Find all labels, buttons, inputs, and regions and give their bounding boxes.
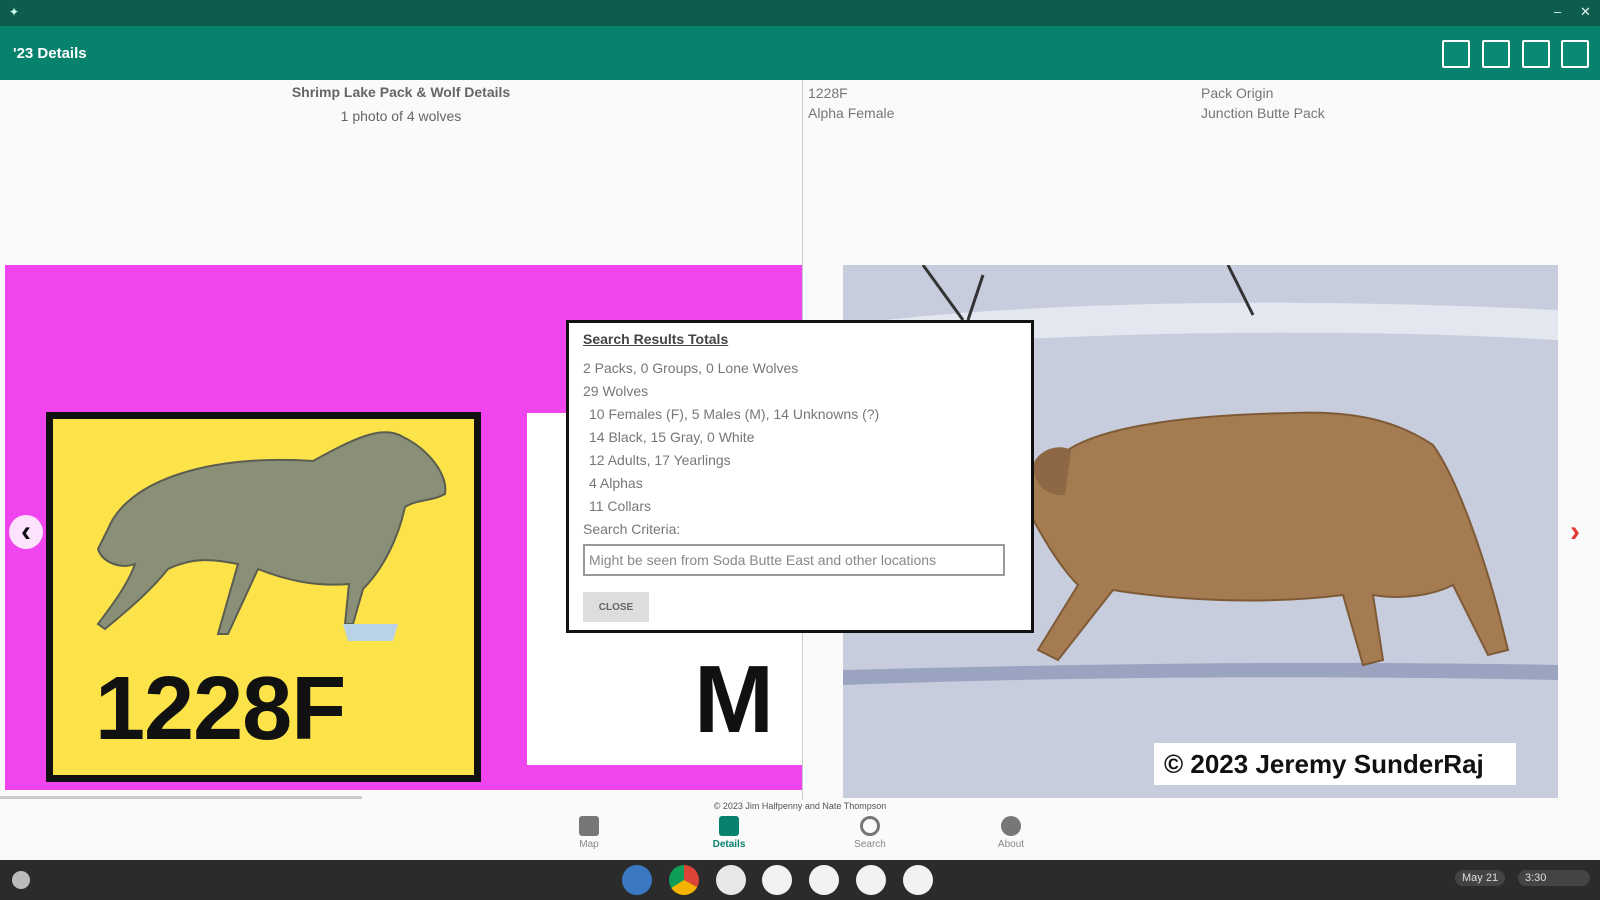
- search-results-dialog: Search Results Totals 2 Packs, 0 Groups,…: [566, 320, 1034, 633]
- criteria-label: Search Criteria:: [583, 521, 681, 537]
- next-wolf-icon[interactable]: [1482, 40, 1510, 68]
- result-line: 4 Alphas: [589, 475, 643, 491]
- nav-label: About: [997, 839, 1025, 850]
- launcher-icon[interactable]: [12, 871, 30, 889]
- nav-about[interactable]: About: [966, 816, 1056, 850]
- wolf-icon: [719, 816, 739, 836]
- search-criteria-field[interactable]: Might be seen from Soda Butte East and o…: [583, 544, 1005, 576]
- photos-app-icon[interactable]: [716, 865, 746, 895]
- shelf-date[interactable]: May 21: [1455, 870, 1506, 886]
- wolf-card-1228f[interactable]: 1228F: [46, 412, 481, 782]
- result-line: 29 Wolves: [583, 383, 649, 399]
- dialog-title: Search Results Totals: [583, 331, 729, 347]
- nav-details[interactable]: Details: [684, 816, 774, 850]
- pack-origin: Pack Origin Junction Butte Pack: [1201, 83, 1325, 123]
- photo-copyright: © 2023 Jeremy SunderRaj: [1154, 743, 1516, 785]
- wolf-id: 1228F: [808, 85, 848, 101]
- nav-label: Search: [854, 839, 886, 850]
- wolf-card-label: M: [694, 646, 774, 753]
- close-button[interactable]: CLOSE: [583, 592, 649, 622]
- window-titlebar: ✦ – ✕: [0, 0, 1600, 26]
- photo-gallery-icon[interactable]: [1442, 40, 1470, 68]
- map-icon: [579, 816, 599, 836]
- nav-map[interactable]: Map: [544, 816, 634, 850]
- result-line: 2 Packs, 0 Groups, 0 Lone Wolves: [583, 360, 799, 376]
- wolf-app-icon[interactable]: [762, 865, 792, 895]
- os-shelf: May 21 3:30: [0, 860, 1600, 900]
- gray-wolf-illustration: [96, 431, 447, 641]
- close-window-button[interactable]: ✕: [1580, 4, 1591, 20]
- photo-count-subtitle: 1 photo of 4 wolves: [340, 108, 462, 124]
- nav-label: Map: [579, 839, 599, 850]
- shelf-time[interactable]: 3:30: [1518, 870, 1590, 886]
- wolf-app-icon[interactable]: [903, 865, 933, 895]
- search-icon[interactable]: [1522, 40, 1550, 68]
- settings-app-icon[interactable]: [622, 865, 652, 895]
- pack-details-title: Shrimp Lake Pack & Wolf Details: [291, 84, 511, 100]
- footer-credit: © 2023 Jim Halfpenny and Nate Thompson: [713, 801, 887, 811]
- wolf-app-icon[interactable]: [809, 865, 839, 895]
- result-line: 10 Females (F), 5 Males (M), 14 Unknowns…: [589, 406, 880, 422]
- nav-label: Details: [712, 839, 746, 850]
- result-line: 12 Adults, 17 Yearlings: [589, 452, 731, 468]
- wolf-role: Alpha Female: [808, 105, 895, 121]
- wolf-card-label: 1228F: [95, 659, 346, 759]
- pack-origin-label: Pack Origin: [1201, 85, 1274, 101]
- nav-search[interactable]: Search: [825, 816, 915, 850]
- chrome-app-icon[interactable]: [669, 865, 699, 895]
- bottom-navigation: Map Details Search About: [0, 812, 1600, 860]
- result-line: 14 Black, 15 Gray, 0 White: [589, 429, 755, 445]
- info-icon: [1001, 816, 1021, 836]
- pack-origin-value: Junction Butte Pack: [1201, 105, 1325, 121]
- previous-arrow-icon[interactable]: ‹: [9, 515, 43, 549]
- result-line: 11 Collars: [589, 498, 651, 514]
- minimize-button[interactable]: –: [1554, 4, 1561, 19]
- app-bar: '23 Details: [0, 26, 1600, 80]
- wolf-app-icon[interactable]: [856, 865, 886, 895]
- app-title: '23 Details: [13, 45, 87, 62]
- list-view-icon[interactable]: [1561, 40, 1589, 68]
- next-arrow-icon[interactable]: ›: [1558, 515, 1592, 549]
- wolf-header: 1228F Alpha Female: [808, 83, 894, 123]
- carousel-scrollbar[interactable]: [0, 796, 362, 799]
- search-icon: [860, 816, 880, 836]
- window-menu-icon[interactable]: ✦: [9, 5, 19, 19]
